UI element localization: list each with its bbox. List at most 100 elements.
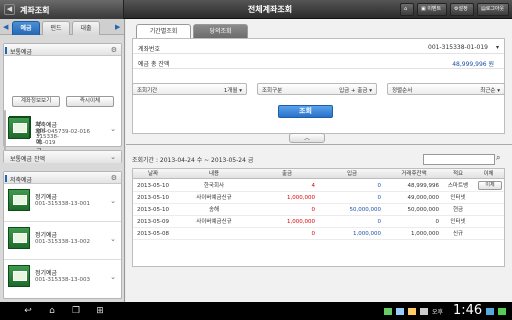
period-text: 조회기간 : 2013-04-24 수 ~ 2013-05-24 금	[132, 157, 254, 164]
lookup-button[interactable]: 조회	[278, 105, 333, 118]
page-title: 전체계좌조회	[247, 5, 293, 14]
transfer-now-button[interactable]: 즉시이체	[66, 96, 114, 107]
group-header: 저축예금 ⚙	[4, 172, 121, 184]
table-row[interactable]: 2013-05-10 송해 0 50,000,000 50,000,000 현금	[133, 204, 504, 216]
period-label: 조회기간	[137, 88, 158, 94]
cell-out: 1,000,000	[287, 195, 315, 201]
collapse-button[interactable]: ︿	[289, 133, 325, 143]
balance-row: 예금 총 잔액 48,999,996 원	[133, 56, 504, 69]
recent-apps-icon[interactable]: ❐	[70, 306, 82, 316]
account-card-icon	[8, 227, 30, 249]
account-number: 001-315338-13-003	[35, 277, 90, 283]
cell-in: 0	[377, 183, 382, 189]
notification-icon	[408, 308, 416, 315]
table-row[interactable]: 2013-05-10 사이버예금신규 1,000,000 0 49,000,00…	[133, 192, 504, 204]
table-row[interactable]: 2013-05-10 한국회사 4 0 48,999,996 스마트뱅 이체	[133, 180, 504, 192]
period-select[interactable]: 조회기간 1개월 ▾	[132, 83, 247, 95]
chevron-down-icon[interactable]: ⌄	[110, 125, 116, 133]
type-select[interactable]: 조회구분 입금 + 출금 ▾	[257, 83, 377, 95]
col-date: 날짜	[133, 169, 173, 179]
chevron-down-icon[interactable]: ⌄	[110, 235, 116, 243]
account-name: 정기예금	[35, 270, 58, 277]
period-value: 1개월 ▾	[223, 88, 242, 94]
event-button[interactable]: ▣ 이벤트	[417, 3, 447, 16]
chevron-down-icon[interactable]: ⌄	[110, 153, 116, 161]
sort-select[interactable]: 정렬순서 최근순 ▾	[387, 83, 505, 95]
chevron-down-icon[interactable]: ⌄	[110, 273, 116, 281]
group-title: 보통예금	[10, 49, 33, 56]
event-label: 이벤트	[427, 6, 442, 12]
cell-out: 0	[311, 231, 316, 237]
screenshot-icon[interactable]: ⊞	[94, 306, 106, 316]
system-status-bar: ↩ ⌂ ❐ ⊞ 오후 1:46	[0, 302, 512, 320]
cell-date: 2013-05-08	[137, 231, 169, 237]
cell-out: 1,000,000	[287, 219, 315, 225]
back-icon[interactable]: ◀	[4, 4, 15, 15]
account-item[interactable]: 정기예금 001-315338-13-002 ⌄	[4, 222, 121, 260]
col-memo: 적요	[443, 169, 473, 179]
account-info-button[interactable]: 계좌정보보기	[12, 96, 60, 107]
usb-icon	[420, 308, 428, 315]
cell-date: 2013-05-09	[137, 219, 169, 225]
home-icon: ⌂	[404, 6, 408, 12]
type-value: 입금 + 출금 ▾	[339, 88, 372, 94]
account-item[interactable]: 저축예금 278-045739-02-016 ⌄	[4, 112, 121, 146]
chevron-down-icon[interactable]: ⌄	[110, 197, 116, 205]
table-row[interactable]: 2013-05-09 사이버예금신규 1,000,000 0 0 인터넷	[133, 216, 504, 228]
sidebar: ◀ 예금 펀드 대출 ▶ 보통예금 ⚙ 보통예금 001-315338-01-0…	[0, 19, 125, 302]
dropdown-icon[interactable]: ▾	[496, 44, 499, 51]
cell-in: 0	[377, 219, 382, 225]
cell-balance: 50,000,000	[407, 207, 440, 213]
cell-out: 4	[311, 183, 316, 189]
search-icon[interactable]: ⌕	[496, 153, 508, 165]
home-nav-icon[interactable]: ⌂	[46, 306, 58, 316]
account-name: 정기예금	[35, 194, 58, 201]
cell-date: 2013-05-10	[137, 183, 169, 189]
cell-date: 2013-05-10	[137, 207, 169, 213]
gear-icon[interactable]: ⚙	[111, 46, 117, 54]
wifi-icon	[486, 308, 494, 315]
account-name: 정기예금	[35, 232, 58, 239]
account-group-balance[interactable]: 보통예금 잔액 ⌄	[3, 150, 122, 163]
tab-prev-icon[interactable]: ◀	[3, 23, 9, 31]
gear-icon[interactable]: ⚙	[111, 174, 117, 182]
account-number: 001-315338-13-002	[35, 239, 90, 245]
logout-button[interactable]: ▤로그아웃	[477, 3, 509, 16]
cell-balance: 0	[435, 219, 440, 225]
col-out: 출금	[255, 169, 319, 179]
cell-memo: 신규	[452, 231, 464, 237]
settings-button[interactable]: ⚙설정	[450, 3, 474, 16]
cell-in: 1,000,000	[353, 231, 381, 237]
tab-fund[interactable]: 펀드	[42, 21, 70, 35]
cell-balance: 49,000,000	[407, 195, 440, 201]
group-header: 보통예금 ⚙	[4, 44, 121, 56]
group-header: 보통예금 잔액 ⌄	[4, 151, 121, 163]
logout-label: 로그아웃	[485, 6, 505, 12]
back-nav-icon[interactable]: ↩	[22, 306, 34, 316]
tab-next-icon[interactable]: ▶	[115, 23, 121, 31]
home-button[interactable]: ⌂	[400, 3, 414, 16]
tab-deposit[interactable]: 예금	[12, 21, 40, 35]
tab-period[interactable]: 기간별조회	[136, 24, 191, 38]
tab-today[interactable]: 당의조회	[193, 24, 248, 38]
cell-memo: 현금	[452, 207, 464, 213]
group-title: 저축예금	[10, 177, 33, 184]
account-item[interactable]: 정기예금 001-315338-13-001 ⌄	[4, 184, 121, 222]
account-item[interactable]: 정기예금 001-315338-13-003 ⌄	[4, 260, 121, 298]
search-input[interactable]	[423, 154, 495, 165]
chevron-up-icon: ︿	[303, 135, 310, 142]
col-transfer: 이체	[473, 169, 504, 179]
row-transfer-button[interactable]: 이체	[478, 181, 502, 190]
account-group-fixed: 저축예금 ⚙ 정기예금 001-315338-13-001 ⌄ 정기예금 001…	[3, 171, 122, 299]
type-label: 조회구분	[262, 88, 283, 94]
group-title: 보통예금 잔액	[10, 156, 46, 163]
cell-in: 0	[377, 195, 382, 201]
account-card-icon	[8, 117, 30, 139]
balance-label: 예금 총 잔액	[138, 61, 170, 68]
table-row[interactable]: 2013-05-08 0 1,000,000 1,000,000 신규	[133, 228, 504, 240]
account-value[interactable]: 001-315338-01-019	[428, 44, 488, 51]
account-card-icon	[8, 265, 30, 287]
tab-loan[interactable]: 대출	[72, 21, 100, 35]
cell-memo: 인터넷	[450, 219, 466, 225]
cell-desc	[173, 228, 255, 240]
